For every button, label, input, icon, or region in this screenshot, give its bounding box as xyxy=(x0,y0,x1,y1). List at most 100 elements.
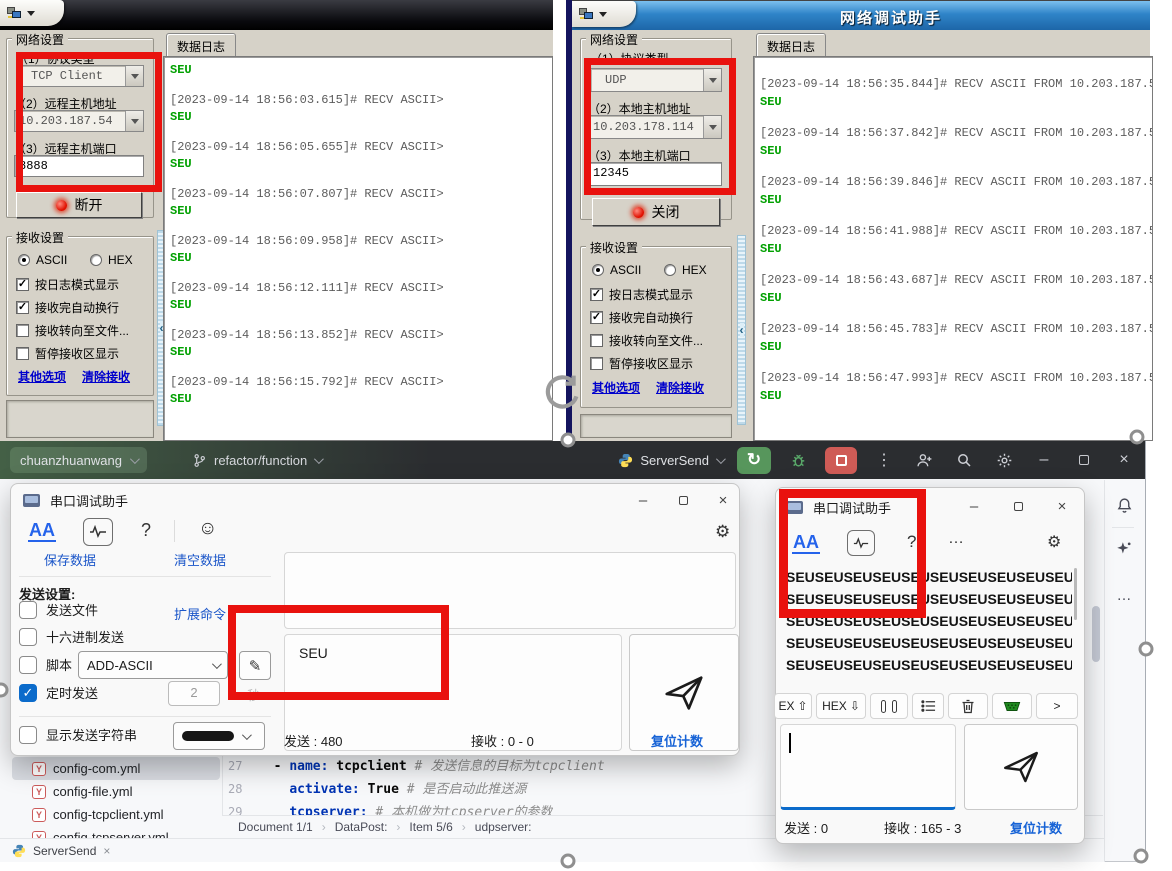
font-settings-button[interactable]: AA xyxy=(28,520,56,542)
receive-display-area[interactable]: SEUSEUSEUSEUSEUSEUSEUSEUSEUSEUSEUSEUSEUS… xyxy=(786,566,1072,692)
receive-display-area[interactable] xyxy=(284,552,736,629)
tree-item-config-tcpclient[interactable]: Y config-tcpclient.yml xyxy=(12,803,220,826)
radio-icon[interactable] xyxy=(592,264,604,276)
check-pause-display[interactable]: 暂停接收区显示 xyxy=(16,345,119,362)
timer-interval-input[interactable]: 2 xyxy=(168,681,220,706)
radio-ascii[interactable]: ASCII xyxy=(592,263,641,277)
hex-toggle-button[interactable]: HEX ⇩ xyxy=(816,693,866,719)
checkbox-icon[interactable]: ✓ xyxy=(16,301,29,314)
panel-splitter[interactable]: ‹ xyxy=(737,235,746,425)
clear-receive-link[interactable]: 清除接收 xyxy=(82,368,130,385)
tree-item-config-com[interactable]: Y config-com.yml xyxy=(12,757,220,780)
netassist-right-menu-button[interactable] xyxy=(572,1,636,27)
checkbox-icon[interactable] xyxy=(16,347,29,360)
local-port-input[interactable]: 12345 xyxy=(588,162,722,186)
settings-button[interactable]: ⚙ xyxy=(715,522,730,542)
receive-scrollbar[interactable] xyxy=(1074,568,1077,620)
save-data-link[interactable]: 保存数据 xyxy=(44,550,96,569)
checkbox-icon[interactable]: ✓ xyxy=(590,288,603,301)
maximize-button[interactable] xyxy=(1004,494,1032,518)
reset-counter-link[interactable]: 复位计数 xyxy=(1010,818,1062,837)
minimize-button[interactable]: – xyxy=(629,488,657,512)
font-settings-button[interactable]: AA xyxy=(792,532,820,554)
settings-button[interactable] xyxy=(991,447,1017,473)
settings-button[interactable]: ⚙ xyxy=(1047,532,1061,552)
selection-handle[interactable] xyxy=(1130,430,1145,445)
check-show-send-string[interactable]: 显示发送字符串 xyxy=(19,725,137,744)
minimize-button[interactable]: – xyxy=(1031,447,1057,473)
check-log-mode[interactable]: ✓ 按日志模式显示 xyxy=(16,276,119,293)
combo-arrow-icon[interactable] xyxy=(125,111,143,131)
help-button[interactable]: ? xyxy=(907,532,916,552)
send-button[interactable] xyxy=(964,724,1078,810)
more-button[interactable]: … xyxy=(948,530,965,548)
selection-handle[interactable] xyxy=(561,854,576,869)
combo-arrow-icon[interactable] xyxy=(703,116,721,138)
combo-arrow-icon[interactable] xyxy=(703,69,721,91)
other-options-link[interactable]: 其他选项 xyxy=(18,368,66,385)
send-string-style-dropdown[interactable] xyxy=(173,722,265,750)
rerun-button[interactable]: ↻ xyxy=(737,447,771,474)
tree-item-config-file[interactable]: Y config-file.yml xyxy=(12,780,220,803)
check-redirect-file[interactable]: 接收转向至文件... xyxy=(590,332,703,349)
close-tab-icon[interactable]: × xyxy=(103,844,110,858)
close-connection-button[interactable]: 关闭 xyxy=(592,198,720,226)
checkbox-icon[interactable] xyxy=(590,334,603,347)
maximize-button[interactable] xyxy=(1071,447,1097,473)
check-timed-send[interactable]: ✓ 定时发送 xyxy=(19,683,98,702)
minimize-button[interactable]: – xyxy=(960,494,988,518)
remote-port-input[interactable]: 8888 xyxy=(14,155,144,177)
collapse-icon[interactable]: ‹ xyxy=(740,323,744,337)
local-host-combobox[interactable]: 10.203.178.114 xyxy=(588,115,722,139)
breadcrumb-item[interactable]: DataPost: xyxy=(335,820,388,834)
check-log-mode[interactable]: ✓ 按日志模式显示 xyxy=(590,286,693,303)
pause-button[interactable] xyxy=(870,693,908,719)
project-widget[interactable]: chuanzhuanwang xyxy=(10,447,147,473)
notifications-button[interactable] xyxy=(1112,493,1136,517)
breadcrumb-item[interactable]: Item 5/6 xyxy=(409,820,452,834)
protocol-combobox[interactable]: UDP xyxy=(590,68,722,92)
data-log-left[interactable]: SEU[2023-09-14 18:56:03.615]# RECV ASCII… xyxy=(163,56,553,441)
help-button[interactable]: ? xyxy=(141,520,151,541)
reset-counter-link[interactable]: 复位计数 xyxy=(651,731,703,750)
script-combobox[interactable]: ADD-ASCII xyxy=(78,651,228,679)
debug-button[interactable] xyxy=(785,447,811,473)
radio-icon[interactable] xyxy=(664,264,676,276)
radio-ascii[interactable]: ASCII xyxy=(18,253,67,267)
breadcrumb-item[interactable]: Document 1/1 xyxy=(238,820,313,834)
code-line-28[interactable]: 28 activate: True # 是否启动此推送源 xyxy=(228,778,526,801)
checkbox-icon[interactable]: ✓ xyxy=(16,278,29,291)
check-hex-send[interactable]: 十六进制发送 xyxy=(19,627,124,646)
check-pause-display[interactable]: 暂停接收区显示 xyxy=(590,355,693,372)
clear-data-link[interactable]: 清空数据 xyxy=(174,550,226,569)
checkbox-icon[interactable] xyxy=(16,324,29,337)
radio-icon[interactable] xyxy=(18,254,30,266)
branch-widget[interactable]: refactor/function xyxy=(192,447,321,473)
maximize-button[interactable] xyxy=(669,488,697,512)
checkbox-icon[interactable] xyxy=(590,357,603,370)
disconnect-button[interactable]: 断开 xyxy=(16,192,142,218)
other-options-link[interactable]: 其他选项 xyxy=(592,379,640,396)
check-auto-newline[interactable]: ✓ 接收完自动换行 xyxy=(590,309,693,326)
check-auto-newline[interactable]: ✓ 接收完自动换行 xyxy=(16,299,119,316)
checkbox-icon[interactable]: ✓ xyxy=(19,684,37,702)
send-input-area[interactable] xyxy=(780,724,956,810)
code-line-29[interactable]: 29 tcpserver: # 本机做为tcpserver的参数 xyxy=(228,801,553,815)
code-with-me-button[interactable] xyxy=(911,447,937,473)
search-button[interactable] xyxy=(951,447,977,473)
combo-arrow-icon[interactable] xyxy=(125,66,143,86)
remote-host-combobox[interactable]: 10.203.187.54 xyxy=(14,110,144,132)
stop-button[interactable] xyxy=(825,447,857,474)
edit-script-button[interactable]: ✎ xyxy=(239,651,271,680)
more-toolwindows-button[interactable]: … xyxy=(1112,583,1136,607)
selection-handle[interactable] xyxy=(561,433,576,448)
code-line-27[interactable]: 27 - name: tcpclient # 发送信息的目标为tcpclient xyxy=(228,755,605,778)
radio-hex[interactable]: HEX xyxy=(664,263,707,277)
selection-handle[interactable] xyxy=(1134,849,1149,864)
close-button[interactable]: × xyxy=(709,488,737,512)
ai-assistant-button[interactable] xyxy=(1112,537,1136,561)
protocol-combobox[interactable]: TCP Client xyxy=(16,65,144,87)
radio-hex[interactable]: HEX xyxy=(90,253,133,267)
tab-data-log[interactable]: 数据日志 xyxy=(756,33,826,56)
line-mode-button[interactable] xyxy=(912,693,944,719)
